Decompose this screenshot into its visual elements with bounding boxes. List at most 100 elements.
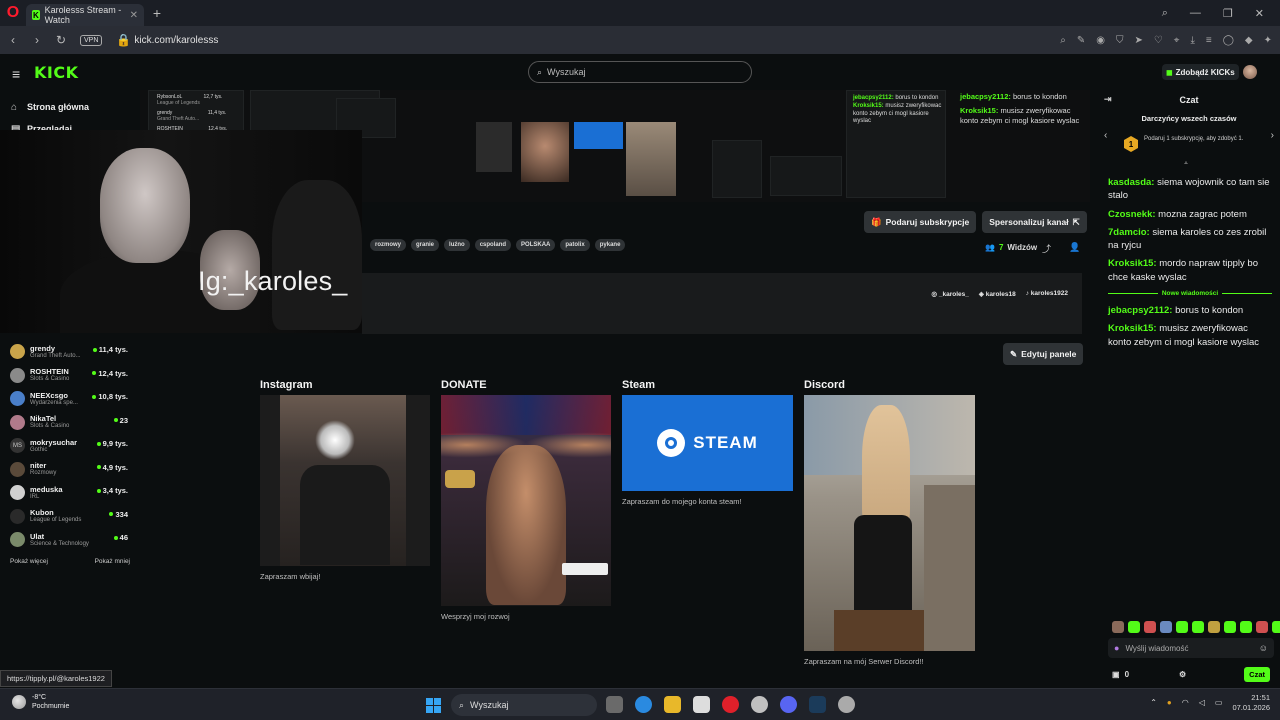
tag[interactable]: patolix [560, 239, 590, 251]
emote-icon[interactable] [1112, 621, 1124, 633]
chat-username[interactable]: kasdasda: [1108, 177, 1154, 188]
get-kicks-button[interactable]: ◼ Zdobądź KICKs [1162, 64, 1239, 80]
emote-icon[interactable] [1208, 621, 1220, 633]
tag[interactable]: POLSKAA [516, 239, 556, 251]
lock-icon[interactable]: 🔒 [116, 33, 131, 47]
emote-icon[interactable] [1240, 621, 1252, 633]
hamburger-menu-icon[interactable]: ≡ [12, 66, 20, 82]
task-view-icon[interactable] [606, 696, 623, 713]
emote-icon[interactable] [1128, 621, 1140, 633]
opera-taskbar-icon[interactable] [722, 696, 739, 713]
channel-item[interactable]: NikaTel Slots & Casino 23 [0, 411, 136, 435]
reload-icon[interactable]: ↻ [56, 33, 66, 47]
edge-icon[interactable] [635, 696, 652, 713]
channel-item[interactable]: niter Rozmowy 4,9 tys. [0, 458, 136, 482]
close-window-icon[interactable]: ✕ [1255, 7, 1264, 20]
kick-logo[interactable]: KICK [34, 63, 79, 82]
profile-icon[interactable]: ◯ [1223, 35, 1234, 46]
channel-item[interactable]: meduska IRL 3,4 tys. [0, 481, 136, 505]
app-icon[interactable] [751, 696, 768, 713]
url-field[interactable]: kick.com/karolesss [134, 35, 218, 46]
user-avatar[interactable] [1243, 65, 1257, 79]
search-input[interactable] [547, 67, 728, 77]
ai-icon[interactable]: ✦ [1264, 35, 1272, 46]
customize-channel-button[interactable]: Spersonalizuj kanał ⇱ [982, 211, 1087, 233]
chat-settings-icon[interactable]: ⚙ [1179, 670, 1186, 679]
channel-item[interactable]: ROSHTEIN Slots & Casino 12,4 tys. [0, 364, 136, 388]
camera-icon[interactable]: ◉ [1096, 35, 1105, 46]
volume-icon[interactable]: ◁ [1199, 698, 1205, 707]
forward-icon[interactable]: › [32, 33, 42, 47]
show-more-link[interactable]: Pokaż więcej [10, 558, 48, 565]
menu-icon[interactable]: ≡ [1206, 35, 1212, 46]
steam-taskbar-icon[interactable] [809, 696, 826, 713]
maximize-icon[interactable]: ❐ [1223, 7, 1233, 20]
emote-icon[interactable] [1256, 621, 1268, 633]
tag[interactable]: luźno [444, 239, 470, 251]
channel-item[interactable]: NEEXcsgo Wydarzenia spe... 10,8 tys. [0, 387, 136, 411]
channel-item[interactable]: MS mokrysuchar Gothic 9,9 tys. [0, 434, 136, 458]
clock[interactable]: 21:51 07.01.2026 [1232, 693, 1270, 713]
emote-icon[interactable] [1224, 621, 1236, 633]
chat-input[interactable] [1125, 643, 1238, 653]
new-tab-icon[interactable]: + [148, 5, 166, 21]
social-tiktok[interactable]: ♪ karoles1922 [1026, 290, 1068, 298]
chat-username[interactable]: 7damcio: [1108, 227, 1150, 238]
tag[interactable]: pykane [594, 239, 626, 251]
social-discord[interactable]: ◈ karoles18 [979, 290, 1016, 298]
chat-input-box[interactable]: ● ☺ [1108, 638, 1274, 658]
file-explorer-icon[interactable] [664, 696, 681, 713]
share-icon[interactable]: ⤴ [1042, 242, 1051, 255]
tag[interactable]: cspoland [474, 239, 512, 251]
emote-icon[interactable] [1272, 621, 1280, 633]
chat-username[interactable]: Kroksik15: [1108, 258, 1157, 269]
chat-username[interactable]: Czosnekk: [1108, 209, 1156, 220]
shield-icon[interactable]: ⛉ [1116, 35, 1124, 46]
chat-username[interactable]: jebacpsy2112: [1108, 305, 1172, 316]
show-less-link[interactable]: Pokaż mniej [95, 558, 130, 565]
chat-username[interactable]: Kroksik15: [1108, 323, 1157, 334]
back-icon[interactable]: ‹ [8, 33, 18, 47]
channel-item[interactable]: grendy Grand Theft Auto... 11,4 tys. [0, 340, 136, 364]
taskbar-search[interactable]: ⌕ Wyszukaj [451, 694, 597, 716]
emote-icon[interactable] [1176, 621, 1188, 633]
pin-icon[interactable]: ⌖ [1174, 35, 1180, 46]
weather-widget[interactable]: -8°C Pochmurnie [12, 693, 69, 711]
heart-icon[interactable]: ♡ [1154, 35, 1163, 46]
search-bar[interactable]: ⌕ [528, 61, 752, 83]
send-chat-button[interactable]: Czat [1244, 666, 1270, 682]
chevron-left-icon[interactable]: ‹ [1104, 130, 1107, 141]
social-instagram[interactable]: ◎ _karoles_ [931, 290, 968, 298]
obs-icon[interactable] [838, 696, 855, 713]
extensions-icon[interactable]: ◆ [1245, 35, 1253, 46]
emote-icon[interactable] [1192, 621, 1204, 633]
opera-logo-icon[interactable]: O [0, 0, 26, 26]
send-icon[interactable]: ➤ [1134, 35, 1142, 46]
search-tabs-icon[interactable]: ⌕ [1162, 7, 1168, 20]
tray-chevron-icon[interactable]: ⌃ [1150, 698, 1157, 707]
wifi-icon[interactable]: ◠ [1182, 698, 1189, 707]
emote-icon[interactable] [1160, 621, 1172, 633]
vpn-badge[interactable]: VPN [80, 34, 103, 46]
tag[interactable]: granie [411, 239, 440, 251]
panel-image-donate[interactable] [441, 395, 611, 606]
edit-icon[interactable]: ✎ [1077, 35, 1085, 46]
kicks-wallet-icon[interactable]: ▣ [1112, 670, 1120, 679]
channel-item[interactable]: Kubon League of Legends 334 [0, 505, 136, 529]
panel-image-steam[interactable]: STEAM [622, 395, 793, 491]
download-icon[interactable]: ⤓ [1190, 35, 1194, 46]
panel-image-instagram[interactable] [260, 395, 430, 566]
sidebar-item-home[interactable]: ⌂ Strona główna [0, 96, 140, 118]
chevron-right-icon[interactable]: › [1271, 130, 1274, 141]
gift-sub-button[interactable]: 🎁 Podaruj subskrypcje [864, 211, 977, 233]
channel-item[interactable]: Ulat Science & Technology 46 [0, 528, 136, 552]
minimize-icon[interactable]: — [1190, 7, 1201, 19]
windows-start-icon[interactable] [426, 698, 441, 713]
collapse-chat-icon[interactable]: ⇥ [1104, 94, 1112, 105]
emote-icon[interactable] [1144, 621, 1156, 633]
battery-icon[interactable]: ▭ [1215, 698, 1223, 707]
tag[interactable]: rozmowy [370, 239, 407, 251]
browser-tab[interactable]: K Karolesss Stream - Watch ✕ [26, 4, 144, 26]
store-icon[interactable] [693, 696, 710, 713]
mic-icon[interactable]: ● [1167, 698, 1172, 707]
